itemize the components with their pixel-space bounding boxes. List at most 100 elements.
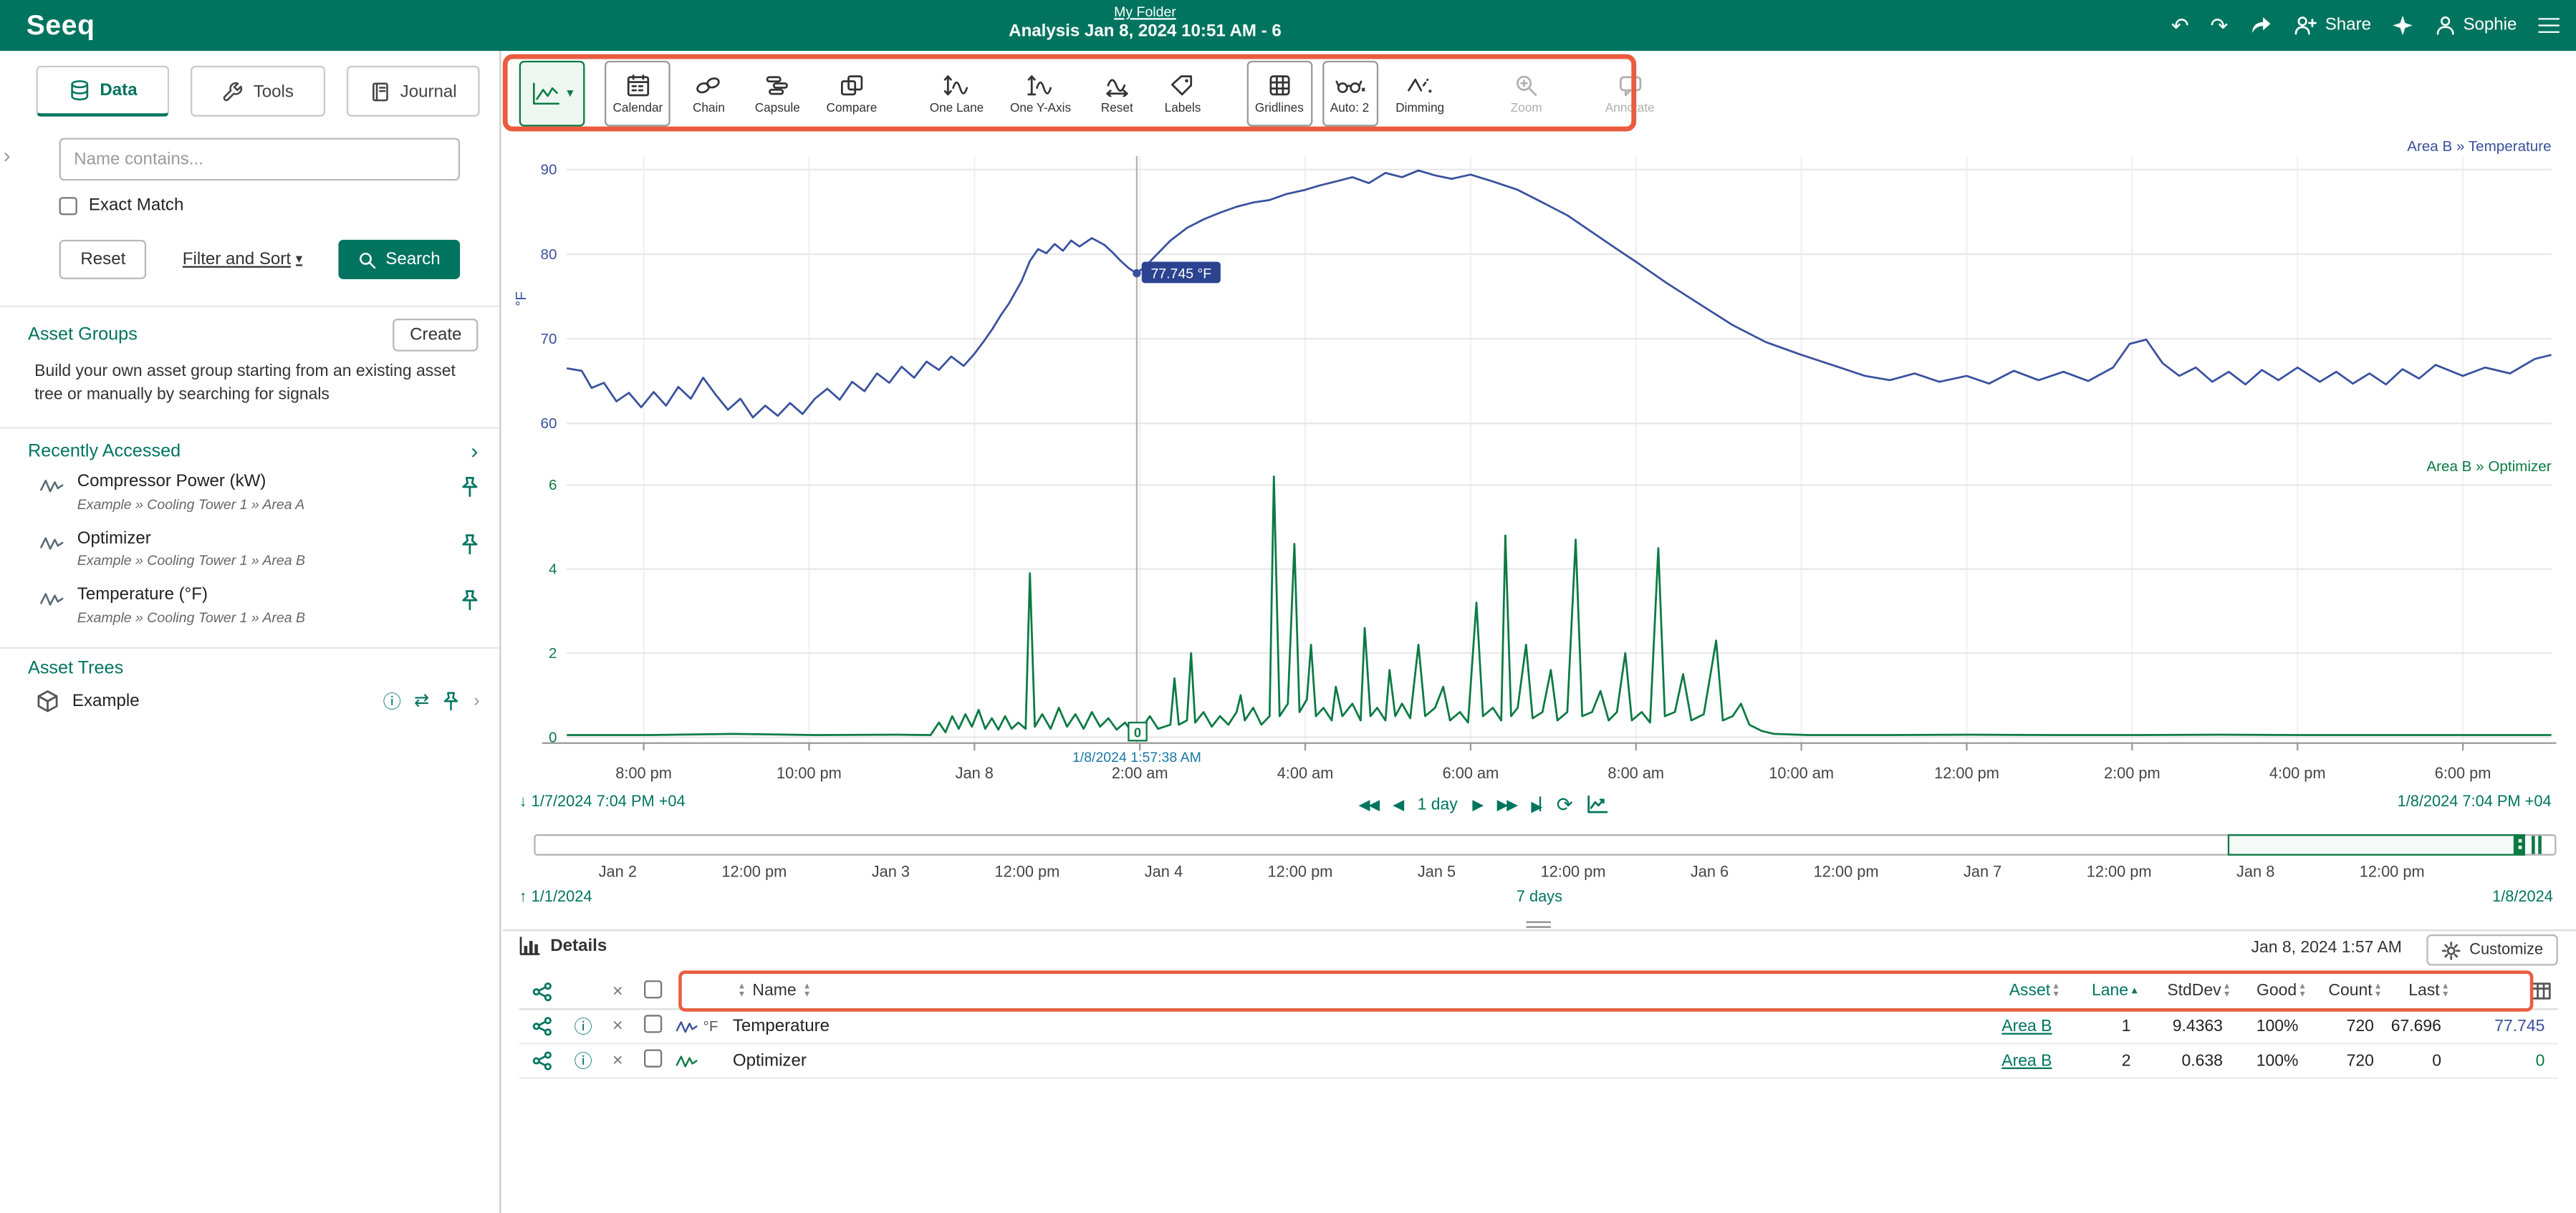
asset-tree-example[interactable]: Example ⓘ ⇄ › [0,678,499,724]
remove-all-icon[interactable]: × [601,981,634,1001]
share-icon[interactable] [519,1017,565,1037]
step-forward-button[interactable]: ▶ [1472,797,1482,812]
create-asset-group-button[interactable]: Create [393,319,478,352]
info-icon[interactable]: ⓘ [383,687,401,714]
select-all-checkbox[interactable] [643,980,661,997]
tab-journal[interactable]: Journal [346,66,480,117]
sort-icon[interactable]: ▴▾ [739,983,744,998]
column-header-stddev[interactable]: StdDev [2167,982,2221,1000]
info-icon[interactable]: ⓘ [565,1013,601,1040]
sort-icon[interactable]: ▴▾ [2300,983,2305,998]
toolbar-reset-button[interactable]: Reset [1089,61,1145,127]
sort-icon[interactable]: ▴▾ [2375,983,2380,998]
signal-name[interactable]: Optimizer [733,1051,1973,1071]
sort-icon[interactable]: ▴▾ [2054,983,2059,998]
pin-icon[interactable] [460,590,480,612]
overview-end-grip[interactable] [2532,834,2552,856]
investigate-range-start[interactable]: ↑ 1/1/2024 [519,889,592,907]
cursor-value: 77.745 [2454,1018,2557,1035]
redo-icon[interactable]: ↷ [2210,15,2228,37]
column-header-count[interactable]: Count [2328,982,2372,1000]
overview-selection[interactable] [2228,834,2525,856]
filter-and-sort-link[interactable]: Filter and Sort ▾ [183,250,302,270]
pin-icon[interactable] [443,691,461,711]
investigate-duration[interactable]: 7 days [1517,889,1562,907]
selection-right-handle[interactable] [2514,834,2525,854]
toolbar-chain-button[interactable]: Chain [681,61,736,127]
toolbar-capsule-button[interactable]: Capsule [746,61,808,127]
table-row-optimizer[interactable]: ⓘ × Optimizer Area B 2 0.638 100% 720 0 … [519,1045,2558,1079]
overview-timebar[interactable] [534,834,2556,856]
select-all-share-icon[interactable] [519,981,565,1001]
signal-name[interactable]: Temperature [733,1017,1973,1037]
recent-item-temperature[interactable]: Temperature (°F) Example » Cooling Tower… [0,576,499,633]
recent-item-name: Compressor Power (kW) [77,471,304,492]
display-range-end[interactable]: 1/8/2024 7:04 PM +04 [2398,793,2552,811]
remove-icon[interactable]: × [601,1051,634,1071]
display-range-start[interactable]: ↓ 1/7/2024 7:04 PM +04 [519,793,686,811]
toolbar-one-y-axis-button[interactable]: One Y-Axis [1001,61,1079,127]
svg-text:Area B » Optimizer: Area B » Optimizer [2426,458,2551,475]
forward-share-icon[interactable] [2249,15,2272,37]
info-icon[interactable]: ⓘ [565,1048,601,1074]
signal-icon [671,1051,703,1071]
share-button[interactable]: Share [2294,15,2371,37]
column-header-name[interactable]: Name [752,982,796,1000]
investigate-range-end[interactable]: 1/8/2024 [2492,889,2553,907]
search-button[interactable]: Search [338,240,460,279]
worksheet-title: Analysis Jan 8, 2024 10:51 AM - 6 [1009,21,1282,42]
share-icon[interactable] [519,1051,565,1071]
toolbar-calendar-button[interactable]: Calendar [605,61,671,127]
breadcrumb-my-folder[interactable]: My Folder [1009,4,1282,21]
step-back-button[interactable]: ◀ [1393,797,1403,812]
column-header-good[interactable]: Good [2257,982,2297,1000]
swap-icon[interactable]: ⇄ [414,690,429,712]
reset-button[interactable]: Reset [59,240,148,279]
refresh-icon[interactable]: ⟳ [1557,795,1573,815]
table-row-temperature[interactable]: ⓘ × °F Temperature Area B 1 9.4363 100% … [519,1010,2558,1044]
step-back-fast-button[interactable]: ◀◀ [1359,797,1378,812]
customize-button[interactable]: Customize [2427,934,2558,966]
column-header-last[interactable]: Last [2408,982,2439,1000]
toolbar-gridlines-button[interactable]: Gridlines [1246,61,1312,127]
cursor-column-header[interactable] [2454,982,2557,1000]
asset-link[interactable]: Area B [2001,1018,2052,1035]
tab-tools[interactable]: Tools [191,66,325,117]
sort-icon[interactable]: ▴▾ [804,983,809,998]
tab-data[interactable]: Data [36,66,170,117]
overview-tick-label: 12:00 pm [721,864,787,881]
sidebar-collapse-icon[interactable]: › [4,143,11,168]
row-checkbox[interactable] [643,1015,661,1033]
search-input[interactable] [59,138,461,181]
recently-accessed-expand-icon[interactable]: › [471,438,478,463]
pin-icon[interactable] [460,533,480,554]
auto-update-icon[interactable] [1588,795,1610,815]
asset-link[interactable]: Area B [2001,1052,2052,1070]
undo-icon[interactable]: ↶ [2171,15,2189,37]
row-checkbox[interactable] [643,1049,661,1067]
hamburger-menu-icon[interactable] [2538,14,2560,37]
recent-item-optimizer[interactable]: Optimizer Example » Cooling Tower 1 » Ar… [0,520,499,576]
pin-icon[interactable] [460,476,480,498]
sort-icon[interactable]: ▴▾ [2443,983,2448,998]
toolbar-compare-button[interactable]: Compare [818,61,885,127]
ai-assistant-icon[interactable] [2393,15,2414,37]
exact-match-checkbox[interactable] [59,196,77,214]
chevron-right-icon[interactable]: › [474,691,479,711]
toolbar-dimming-button[interactable]: Dimming [1388,61,1453,127]
recent-item-compressor-power[interactable]: Compressor Power (kW) Example » Cooling … [0,463,499,520]
remove-icon[interactable]: × [601,1017,634,1037]
step-forward-fast-button[interactable]: ▶▶ [1497,797,1517,812]
user-menu[interactable]: Sophie [2435,15,2517,37]
sort-icon[interactable]: ▴▾ [2224,983,2229,998]
toolbar-one-lane-button[interactable]: One Lane [921,61,992,127]
toolbar-labels-button[interactable]: Labels [1155,61,1211,127]
view-mode-dropdown[interactable]: ▾ [519,61,585,127]
step-to-end-button[interactable]: ▶ [1531,796,1542,813]
toolbar-number-format-button[interactable]: Auto: 2 [1322,61,1378,127]
column-header-lane[interactable]: Lane [2092,982,2128,1000]
exact-match-row[interactable]: Exact Match [59,195,500,216]
column-header-asset[interactable]: Asset [2009,982,2050,1000]
user-name: Sophie [2463,17,2517,34]
duration-button[interactable]: 1 day [1418,796,1458,813]
